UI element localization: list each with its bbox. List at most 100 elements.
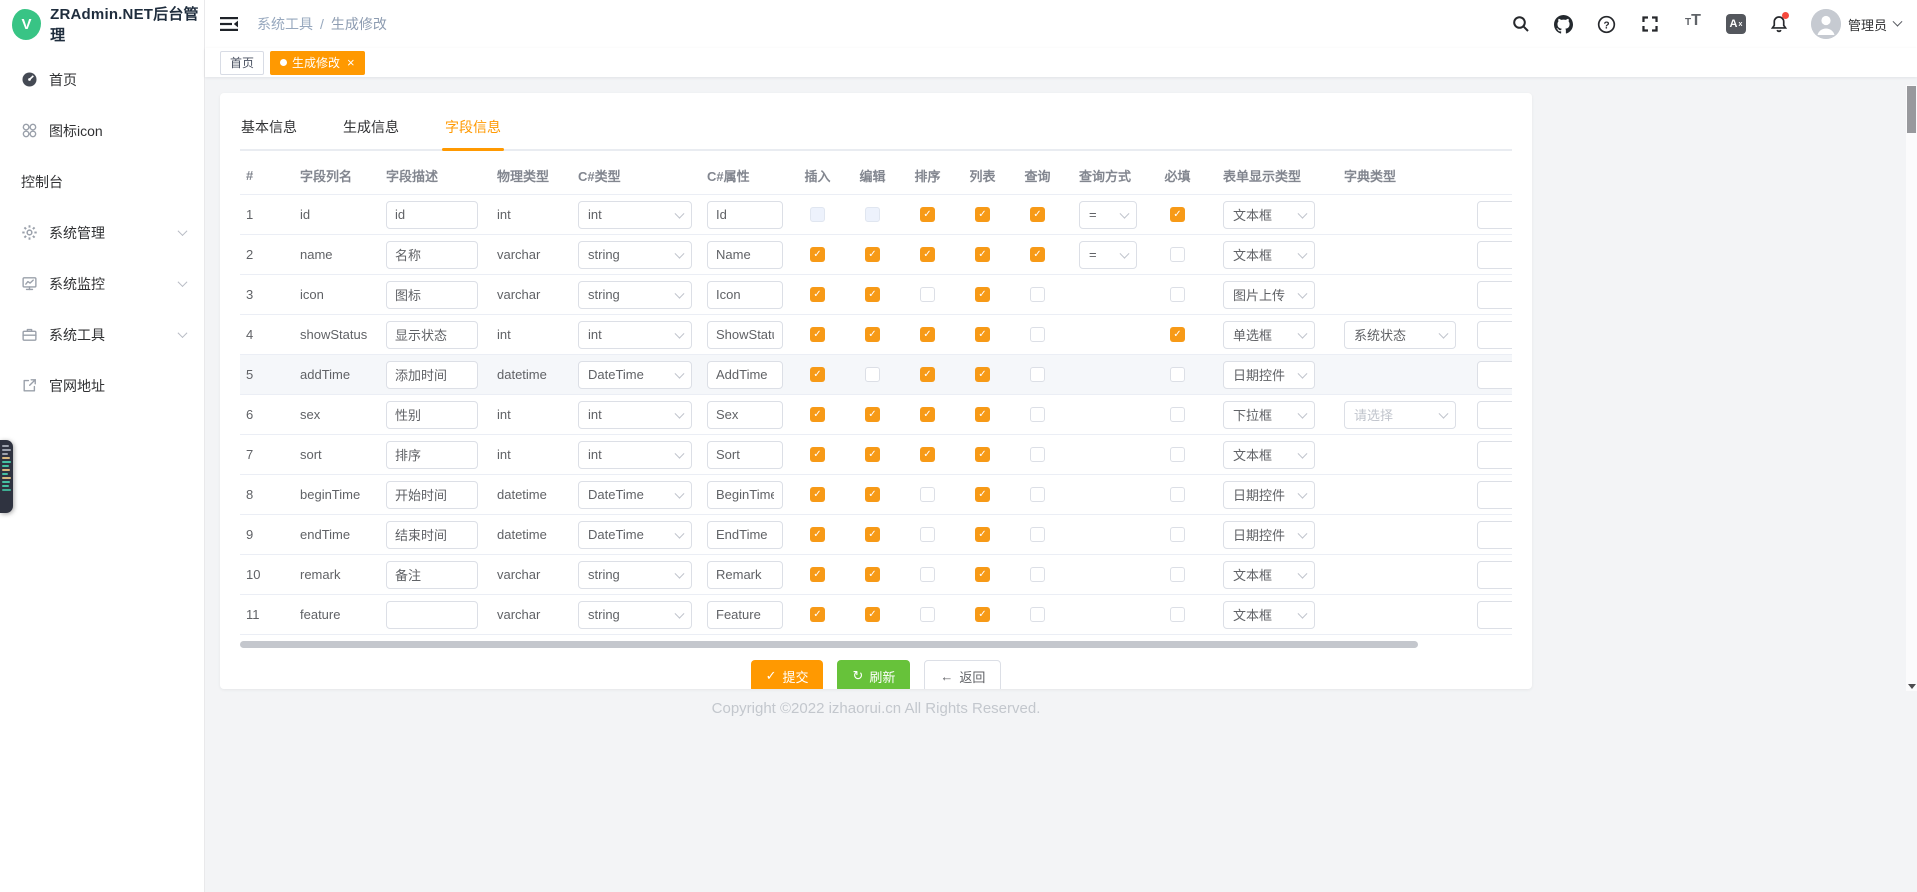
sidebar-item-0[interactable]: 首页 (0, 54, 204, 105)
cs-type-select[interactable]: string (578, 601, 692, 629)
query-checkbox[interactable] (1030, 527, 1045, 542)
query-checkbox[interactable]: ✓ (1030, 207, 1045, 222)
cs-type-select[interactable]: string (578, 561, 692, 589)
query-checkbox[interactable] (1030, 327, 1045, 342)
extra-input[interactable] (1477, 201, 1512, 229)
insert-checkbox[interactable]: ✓ (810, 287, 825, 302)
cs-property-input[interactable] (707, 441, 783, 469)
search-icon[interactable] (1510, 13, 1532, 35)
query-checkbox[interactable] (1030, 367, 1045, 382)
back-button[interactable]: ← 返回 (924, 660, 1001, 689)
cs-property-input[interactable] (707, 521, 783, 549)
required-checkbox[interactable] (1170, 487, 1185, 502)
required-checkbox[interactable] (1170, 607, 1185, 622)
cs-property-input[interactable] (707, 561, 783, 589)
query-checkbox[interactable] (1030, 607, 1045, 622)
edit-checkbox[interactable]: ✓ (865, 487, 880, 502)
tab-0[interactable]: 基本信息 (240, 107, 298, 149)
query-checkbox[interactable] (1030, 567, 1045, 582)
sort-checkbox[interactable] (920, 487, 935, 502)
description-input[interactable] (386, 361, 478, 389)
query-checkbox[interactable] (1030, 447, 1045, 462)
cs-property-input[interactable] (707, 481, 783, 509)
cs-type-select[interactable]: int (578, 321, 692, 349)
insert-checkbox[interactable]: ✓ (810, 447, 825, 462)
edit-checkbox[interactable]: ✓ (865, 247, 880, 262)
sidebar-item-2[interactable]: 控制台 (0, 156, 204, 207)
extra-input[interactable] (1477, 561, 1512, 589)
scrollbar-down-arrow[interactable] (1908, 684, 1916, 689)
insert-checkbox[interactable]: ✓ (810, 407, 825, 422)
query-checkbox[interactable] (1030, 287, 1045, 302)
cs-type-select[interactable]: int (578, 201, 692, 229)
description-input[interactable] (386, 441, 478, 469)
help-icon[interactable]: ? (1596, 13, 1618, 35)
description-input[interactable] (386, 201, 478, 229)
required-checkbox[interactable] (1170, 247, 1185, 262)
github-icon[interactable] (1553, 13, 1575, 35)
submit-button[interactable]: ✓ 提交 (751, 660, 824, 689)
breadcrumb-parent[interactable]: 系统工具 (257, 14, 313, 34)
cs-type-select[interactable]: DateTime (578, 361, 692, 389)
insert-checkbox[interactable]: ✓ (810, 367, 825, 382)
edit-checkbox[interactable] (865, 367, 880, 382)
notification-bell-icon[interactable] (1768, 13, 1790, 35)
sidebar-item-5[interactable]: 系统工具 (0, 309, 204, 360)
sort-checkbox[interactable] (920, 567, 935, 582)
edit-checkbox[interactable]: ✓ (865, 607, 880, 622)
extra-input[interactable] (1477, 481, 1512, 509)
list-checkbox[interactable]: ✓ (975, 367, 990, 382)
query-checkbox[interactable]: ✓ (1030, 247, 1045, 262)
required-checkbox[interactable] (1170, 447, 1185, 462)
edit-checkbox[interactable]: ✓ (865, 407, 880, 422)
insert-checkbox[interactable] (810, 207, 825, 222)
sort-checkbox[interactable]: ✓ (920, 207, 935, 222)
dict-type-select[interactable]: 请选择 (1344, 401, 1456, 429)
query-mode-select[interactable]: = (1079, 201, 1137, 229)
refresh-button[interactable]: ↻ 刷新 (837, 660, 910, 689)
list-checkbox[interactable]: ✓ (975, 527, 990, 542)
sort-checkbox[interactable] (920, 287, 935, 302)
required-checkbox[interactable]: ✓ (1170, 207, 1185, 222)
display-type-select[interactable]: 文本框 (1223, 241, 1315, 269)
tab-1[interactable]: 生成信息 (342, 107, 400, 149)
description-input[interactable] (386, 521, 478, 549)
required-checkbox[interactable] (1170, 287, 1185, 302)
required-checkbox[interactable] (1170, 367, 1185, 382)
sidebar-collapse-button[interactable] (219, 13, 241, 35)
list-checkbox[interactable]: ✓ (975, 447, 990, 462)
insert-checkbox[interactable]: ✓ (810, 487, 825, 502)
sort-checkbox[interactable]: ✓ (920, 447, 935, 462)
list-checkbox[interactable]: ✓ (975, 327, 990, 342)
display-type-select[interactable]: 日期控件 (1223, 361, 1315, 389)
edit-checkbox[interactable]: ✓ (865, 447, 880, 462)
display-type-select[interactable]: 日期控件 (1223, 481, 1315, 509)
cs-property-input[interactable] (707, 321, 783, 349)
cs-property-input[interactable] (707, 201, 783, 229)
sort-checkbox[interactable] (920, 607, 935, 622)
extra-input[interactable] (1477, 441, 1512, 469)
cs-property-input[interactable] (707, 601, 783, 629)
extra-input[interactable] (1477, 321, 1512, 349)
sidebar-item-4[interactable]: 系统监控 (0, 258, 204, 309)
tab-2[interactable]: 字段信息 (444, 107, 502, 149)
list-checkbox[interactable]: ✓ (975, 607, 990, 622)
required-checkbox[interactable]: ✓ (1170, 327, 1185, 342)
horizontal-scrollbar[interactable] (240, 641, 1418, 648)
description-input[interactable] (386, 561, 478, 589)
vertical-scrollbar[interactable] (1906, 85, 1917, 691)
required-checkbox[interactable] (1170, 407, 1185, 422)
edit-checkbox[interactable]: ✓ (865, 567, 880, 582)
extra-input[interactable] (1477, 601, 1512, 629)
query-checkbox[interactable] (1030, 487, 1045, 502)
required-checkbox[interactable] (1170, 567, 1185, 582)
display-type-select[interactable]: 文本框 (1223, 201, 1315, 229)
display-type-select[interactable]: 日期控件 (1223, 521, 1315, 549)
description-input[interactable] (386, 241, 478, 269)
insert-checkbox[interactable]: ✓ (810, 527, 825, 542)
sidebar-item-1[interactable]: 图标icon (0, 105, 204, 156)
extra-input[interactable] (1477, 241, 1512, 269)
code-preview-widget[interactable] (0, 440, 13, 513)
extra-input[interactable] (1477, 401, 1512, 429)
description-input[interactable] (386, 401, 478, 429)
